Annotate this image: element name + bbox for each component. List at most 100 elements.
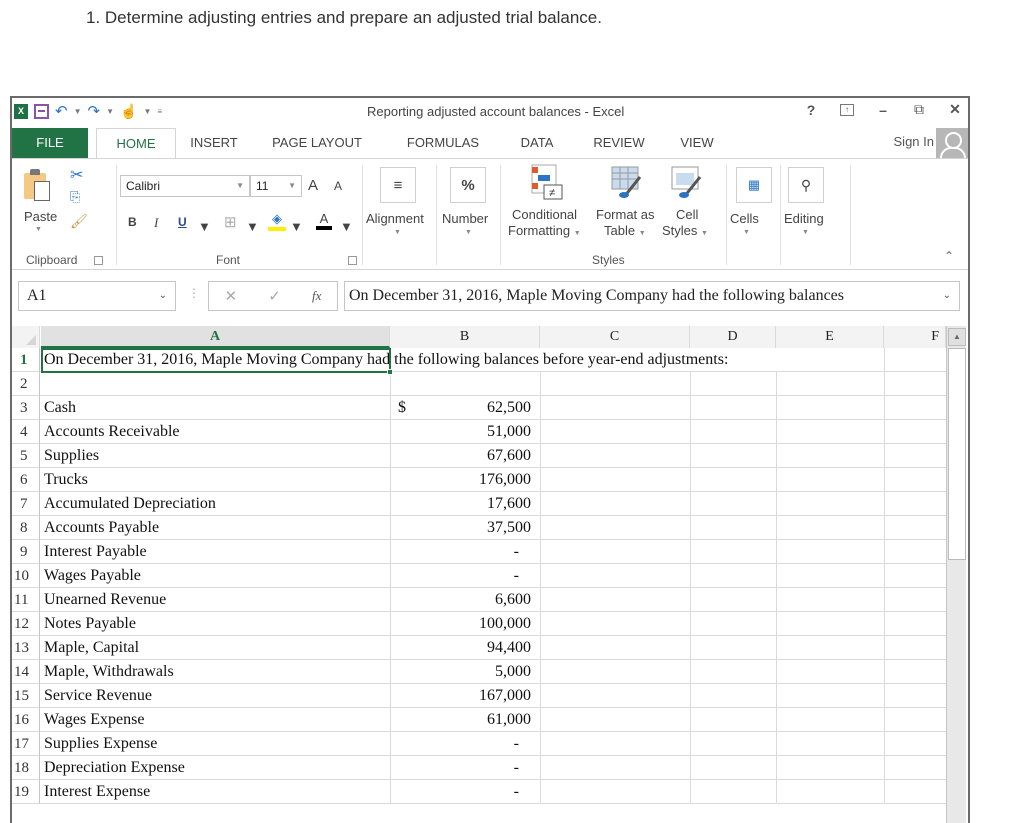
cell-b13[interactable]: 94,400 bbox=[390, 636, 531, 660]
column-header-b[interactable]: B bbox=[390, 326, 540, 348]
restore-icon[interactable]: ⧉ bbox=[912, 101, 926, 118]
bold-button[interactable]: B bbox=[128, 215, 137, 229]
row-header[interactable]: 14 bbox=[12, 660, 40, 684]
underline-dropdown-icon[interactable]: ▼ bbox=[198, 219, 211, 234]
scroll-up-icon[interactable]: ▲ bbox=[948, 328, 966, 346]
cancel-icon[interactable]: ✕ bbox=[225, 287, 238, 305]
row-header[interactable]: 8 bbox=[12, 516, 40, 540]
cell-a14[interactable]: Maple, Withdrawals bbox=[44, 660, 174, 684]
paste-icon[interactable] bbox=[24, 169, 50, 201]
alignment-button[interactable]: Alignment bbox=[366, 211, 424, 226]
fill-color-dropdown-icon[interactable]: ▼ bbox=[290, 219, 303, 234]
format-as-table-label-2[interactable]: Table ▼ bbox=[604, 223, 646, 238]
cell-b18[interactable]: - bbox=[390, 756, 531, 780]
format-as-table-icon[interactable] bbox=[610, 163, 644, 201]
row-header[interactable]: 3 bbox=[12, 396, 40, 420]
font-color-button[interactable]: A bbox=[316, 211, 332, 230]
find-binoculars-icon[interactable]: ⚲ bbox=[788, 167, 824, 203]
tab-data[interactable]: DATA bbox=[512, 128, 562, 158]
row-header[interactable]: 18 bbox=[12, 756, 40, 780]
decrease-font-size-button[interactable]: A bbox=[334, 179, 342, 193]
cell-a5[interactable]: Supplies bbox=[44, 444, 99, 468]
customize-qat-icon[interactable]: ≡ bbox=[157, 107, 162, 116]
row-header[interactable]: 12 bbox=[12, 612, 40, 636]
conditional-formatting-label-2[interactable]: Formatting ▼ bbox=[508, 223, 581, 238]
cell-b10[interactable]: - bbox=[390, 564, 531, 588]
formula-bar-resize-handle[interactable]: ⋮ bbox=[188, 286, 200, 300]
editing-button[interactable]: Editing bbox=[784, 211, 824, 226]
cell-a7[interactable]: Accumulated Depreciation bbox=[44, 492, 216, 516]
cell-b19[interactable]: - bbox=[390, 780, 531, 804]
cell-a16[interactable]: Wages Expense bbox=[44, 708, 144, 732]
tab-formulas[interactable]: FORMULAS bbox=[400, 128, 486, 158]
column-header-c[interactable]: C bbox=[540, 326, 690, 348]
cell-b14[interactable]: 5,000 bbox=[390, 660, 531, 684]
conditional-formatting-label-1[interactable]: Conditional bbox=[512, 207, 577, 222]
font-size-select[interactable]: 11 ▼ bbox=[250, 175, 302, 197]
tab-home[interactable]: HOME bbox=[96, 128, 176, 158]
font-name-select[interactable]: Calibri ▼ bbox=[120, 175, 250, 197]
underline-button[interactable]: U bbox=[178, 215, 187, 229]
row-header[interactable]: 13 bbox=[12, 636, 40, 660]
cell-b7[interactable]: 17,600 bbox=[390, 492, 531, 516]
font-launcher-icon[interactable] bbox=[348, 256, 357, 265]
row-header[interactable]: 10 bbox=[12, 564, 40, 588]
row-header[interactable]: 7 bbox=[12, 492, 40, 516]
cell-a13[interactable]: Maple, Capital bbox=[44, 636, 139, 660]
cell-b15[interactable]: 167,000 bbox=[390, 684, 531, 708]
cell-a4[interactable]: Accounts Receivable bbox=[44, 420, 180, 444]
row-header[interactable]: 16 bbox=[12, 708, 40, 732]
row-header[interactable]: 15 bbox=[12, 684, 40, 708]
row-header[interactable]: 4 bbox=[12, 420, 40, 444]
cell-b6[interactable]: 176,000 bbox=[390, 468, 531, 492]
row-header[interactable]: 11 bbox=[12, 588, 40, 612]
touch-dropdown-icon[interactable]: ▼ bbox=[143, 107, 151, 116]
minimize-icon[interactable]: – bbox=[876, 102, 890, 118]
tab-insert[interactable]: INSERT bbox=[180, 128, 248, 158]
cell-a8[interactable]: Accounts Payable bbox=[44, 516, 159, 540]
copy-icon[interactable]: ⎘ bbox=[70, 189, 80, 205]
redo-icon[interactable]: ↷ bbox=[88, 102, 101, 120]
number-button[interactable]: Number bbox=[442, 211, 488, 226]
close-icon[interactable]: ✕ bbox=[948, 101, 962, 118]
cut-icon[interactable]: ✂ bbox=[70, 165, 83, 185]
row-header[interactable]: 1 bbox=[12, 348, 40, 372]
select-all-button[interactable] bbox=[12, 326, 40, 348]
cell-b2[interactable] bbox=[390, 372, 531, 396]
expand-formula-bar-icon[interactable]: ⌄ bbox=[943, 282, 951, 310]
cell-b3[interactable]: 62,500 bbox=[390, 396, 531, 420]
borders-dropdown-icon[interactable]: ▼ bbox=[246, 219, 259, 234]
cell-b16[interactable]: 61,000 bbox=[390, 708, 531, 732]
cell-b11[interactable]: 6,600 bbox=[390, 588, 531, 612]
row-header[interactable]: 6 bbox=[12, 468, 40, 492]
name-box[interactable]: A1 ⌄ bbox=[18, 281, 176, 311]
paste-button[interactable]: Paste bbox=[24, 209, 57, 224]
cell-a11[interactable]: Unearned Revenue bbox=[44, 588, 166, 612]
italic-button[interactable]: I bbox=[154, 215, 158, 231]
column-header-f[interactable]: F bbox=[884, 326, 946, 348]
user-avatar-icon[interactable] bbox=[936, 128, 968, 158]
tab-view[interactable]: VIEW bbox=[674, 128, 720, 158]
cell-a9[interactable]: Interest Payable bbox=[44, 540, 147, 564]
row-header[interactable]: 19 bbox=[12, 780, 40, 804]
cell-b17[interactable]: - bbox=[390, 732, 531, 756]
vertical-scrollbar[interactable]: ▲ bbox=[946, 326, 966, 823]
cell-a19[interactable]: Interest Expense bbox=[44, 780, 150, 804]
cell-b9[interactable]: - bbox=[390, 540, 531, 564]
insert-function-icon[interactable]: fx bbox=[312, 288, 321, 304]
cell-a6[interactable]: Trucks bbox=[44, 468, 88, 492]
font-color-dropdown-icon[interactable]: ▼ bbox=[340, 219, 353, 234]
cell-styles-icon[interactable] bbox=[670, 163, 704, 201]
borders-icon[interactable]: ⊞ bbox=[224, 213, 237, 231]
tab-review[interactable]: REVIEW bbox=[586, 128, 652, 158]
format-painter-icon[interactable]: 🖌 bbox=[70, 213, 88, 230]
cell-b5[interactable]: 67,600 bbox=[390, 444, 531, 468]
column-header-d[interactable]: D bbox=[690, 326, 776, 348]
cells-button[interactable]: Cells bbox=[730, 211, 759, 226]
touch-mode-icon[interactable]: ☝ bbox=[120, 103, 137, 120]
cell-a10[interactable]: Wages Payable bbox=[44, 564, 141, 588]
cell-b1[interactable] bbox=[390, 348, 531, 372]
conditional-formatting-icon[interactable]: ≠ bbox=[530, 163, 564, 201]
row-header[interactable]: 17 bbox=[12, 732, 40, 756]
scrollbar-thumb[interactable] bbox=[948, 348, 966, 560]
